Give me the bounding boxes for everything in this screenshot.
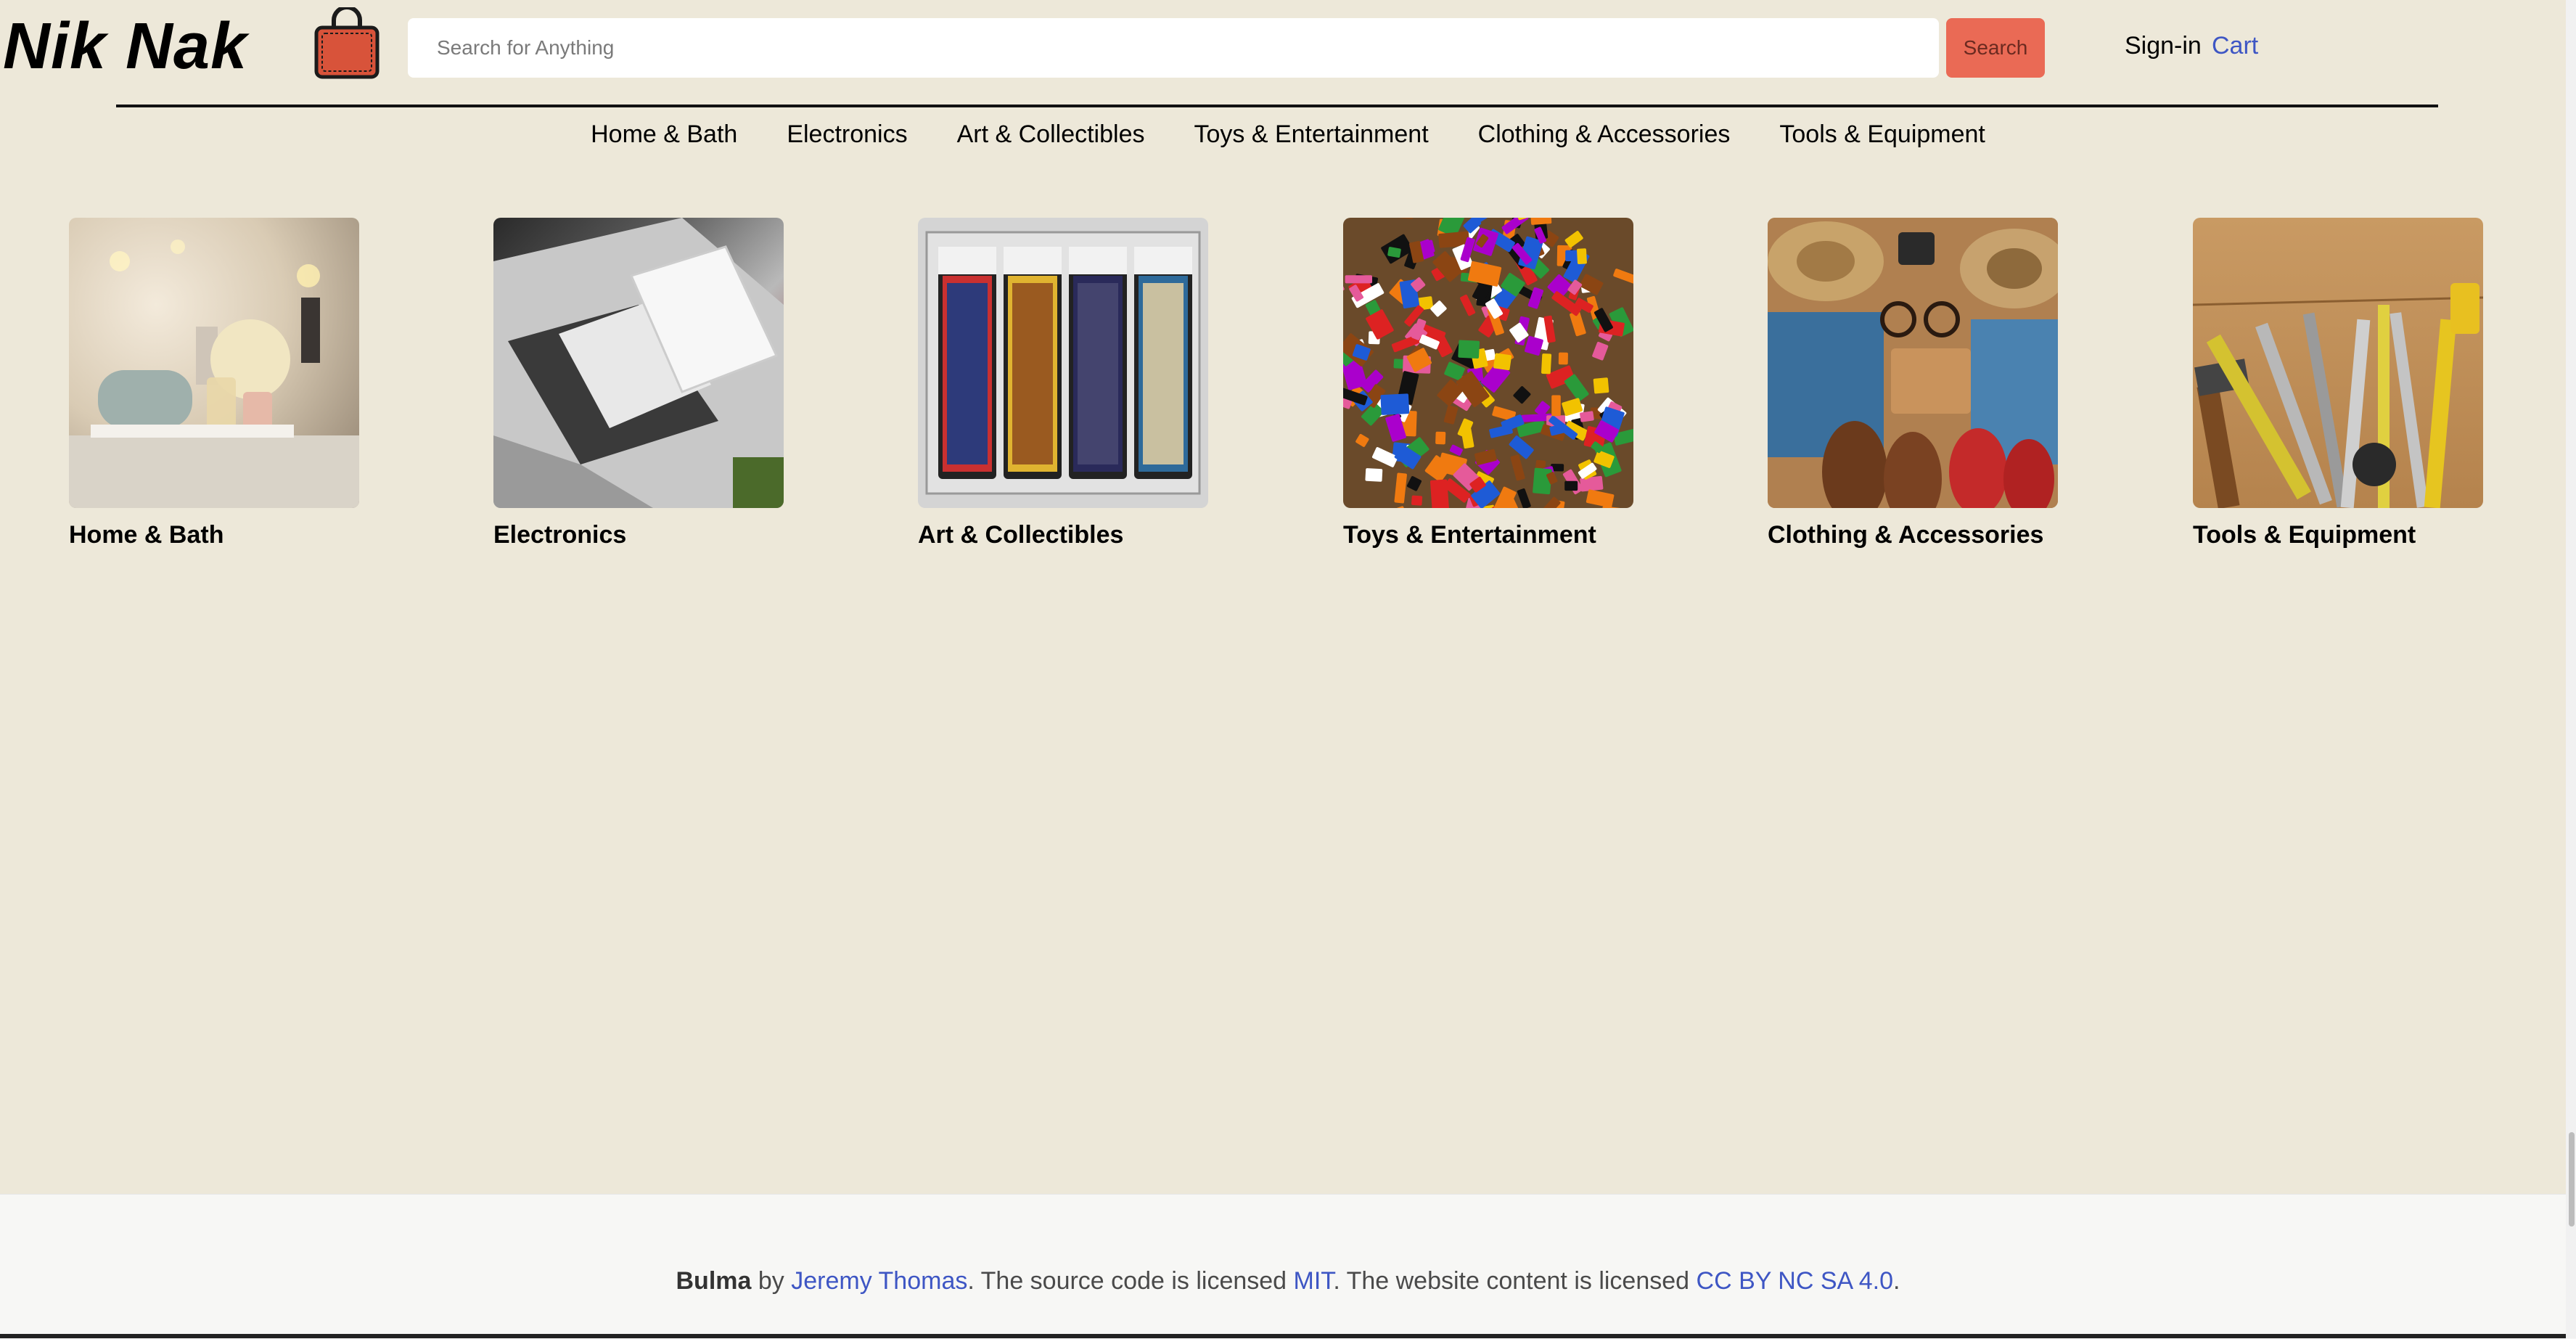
- category-card-label: Clothing & Accessories: [1768, 521, 2044, 549]
- tools-equipment-image[interactable]: [2193, 218, 2483, 508]
- footer-mit-link[interactable]: MIT: [1294, 1267, 1334, 1295]
- category-nav: Home & Bath Electronics Art & Collectibl…: [0, 116, 2576, 152]
- category-card-label: Toys & Entertainment: [1343, 521, 1596, 549]
- scrollbar-thumb[interactable]: [2569, 1132, 2575, 1227]
- sign-in-link[interactable]: Sign-in: [2125, 32, 2202, 60]
- category-card-clothing-accessories[interactable]: Clothing & Accessories: [1768, 218, 2072, 549]
- window-bottom-edge: [0, 1334, 2576, 1338]
- category-grid: Home & Bath Electronics Art & Collectibl…: [0, 218, 2576, 566]
- art-collectibles-image[interactable]: [918, 218, 1208, 508]
- shopping-bag-icon[interactable]: [312, 7, 382, 80]
- footer-by-text: by: [751, 1267, 792, 1295]
- site-header: Nik Nak Search Sign-in Cart: [0, 0, 2576, 109]
- search-input[interactable]: [408, 18, 1939, 78]
- cart-link[interactable]: Cart: [2212, 32, 2258, 60]
- category-card-art-collectibles[interactable]: Art & Collectibles: [918, 218, 1223, 549]
- nav-item-electronics[interactable]: Electronics: [787, 116, 907, 152]
- category-card-label: Art & Collectibles: [918, 521, 1124, 549]
- site-logo-text[interactable]: Nik Nak: [3, 9, 247, 85]
- header-divider: [116, 105, 2438, 107]
- category-card-tools-equipment[interactable]: Tools & Equipment: [2193, 218, 2498, 549]
- footer-cc-license-link[interactable]: CC BY NC SA 4.0: [1697, 1267, 1894, 1295]
- footer-author-link[interactable]: Jeremy Thomas: [791, 1267, 967, 1295]
- category-card-label: Home & Bath: [69, 521, 224, 549]
- category-card-label: Tools & Equipment: [2193, 521, 2416, 549]
- nav-item-art-collectibles[interactable]: Art & Collectibles: [957, 116, 1145, 152]
- category-card-label: Electronics: [493, 521, 627, 549]
- clothing-accessories-image[interactable]: [1768, 218, 2058, 508]
- footer-text-3: .: [1893, 1267, 1900, 1295]
- category-card-toys-entertainment[interactable]: Toys & Entertainment: [1343, 218, 1648, 549]
- home-bath-image[interactable]: [69, 218, 359, 508]
- nav-item-home-bath[interactable]: Home & Bath: [591, 116, 737, 152]
- footer-brand: Bulma: [676, 1267, 752, 1295]
- nav-item-tools-equipment[interactable]: Tools & Equipment: [1779, 116, 1985, 152]
- category-card-home-bath[interactable]: Home & Bath: [69, 218, 374, 549]
- nav-item-clothing-accessories[interactable]: Clothing & Accessories: [1478, 116, 1731, 152]
- electronics-image[interactable]: [493, 218, 784, 508]
- nav-item-toys-entertainment[interactable]: Toys & Entertainment: [1194, 116, 1428, 152]
- footer-text-2: . The website content is licensed: [1333, 1267, 1697, 1295]
- footer-text-1: . The source code is licensed: [967, 1267, 1294, 1295]
- footer-credits: Bulma by Jeremy Thomas. The source code …: [0, 1267, 2576, 1295]
- search-button[interactable]: Search: [1946, 18, 2045, 78]
- category-card-electronics[interactable]: Electronics: [493, 218, 798, 549]
- site-footer: Bulma by Jeremy Thomas. The source code …: [0, 1194, 2576, 1339]
- toys-entertainment-image[interactable]: [1343, 218, 1633, 508]
